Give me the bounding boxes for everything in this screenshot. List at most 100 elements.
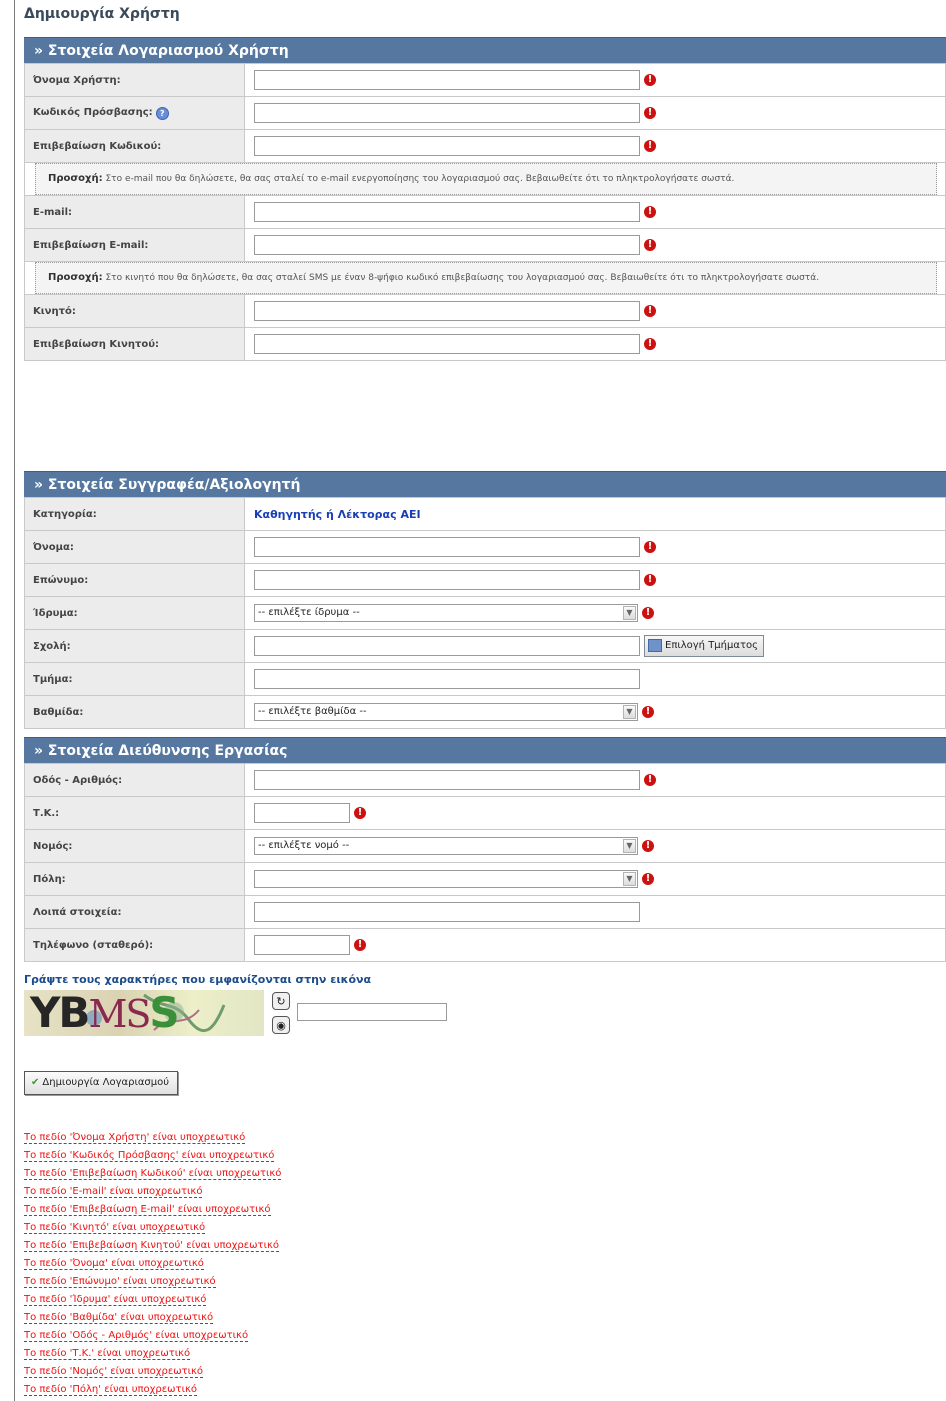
mobile-notice-strong: Προσοχή: (48, 272, 103, 283)
phone-label: Τηλέφωνο (σταθερό): (24, 928, 245, 962)
email-input[interactable] (254, 202, 640, 222)
username-input[interactable] (254, 70, 640, 90)
address-section: » Στοιχεία Διεύθυνσης Εργασίας Οδός - Αρ… (24, 737, 946, 962)
create-account-button[interactable]: ✔ Δημιουργία Λογαριασμού (24, 1071, 179, 1095)
error-message: Το πεδίο 'Όνομα Χρήστη' είναι υποχρεωτικ… (24, 1131, 281, 1149)
postcode-label: Τ.Κ.: (24, 796, 245, 830)
account-section: » Στοιχεία Λογαριασμού Χρήστη Όνομα Χρήσ… (24, 37, 946, 361)
last-name-label: Επώνυμο: (24, 563, 245, 597)
required-icon: ! (642, 873, 654, 885)
required-icon: ! (644, 239, 656, 251)
password-confirm-row: Επιβεβαίωση Κωδικού: ! (24, 129, 946, 163)
email-label: E-mail: (24, 195, 245, 229)
error-text: Το πεδίο 'Κινητό' είναι υποχρεωτικό (24, 1222, 206, 1234)
prefecture-label: Νομός: (24, 829, 245, 863)
chevron-down-icon[interactable]: ▼ (623, 705, 636, 719)
phone-input[interactable] (254, 935, 350, 955)
other-info-label: Λοιπά στοιχεία: (24, 895, 245, 929)
refresh-icon[interactable]: ↻ (272, 992, 290, 1010)
error-message: Το πεδίο 'Όνομα' είναι υποχρεωτικό (24, 1257, 281, 1275)
school-row: Σχολή: Επιλογή Τμήματος (24, 629, 946, 663)
first-name-input[interactable] (254, 537, 640, 557)
required-icon: ! (644, 305, 656, 317)
captcha-text: YBMSS (30, 990, 180, 1036)
institution-label: Ίδρυμα: (24, 596, 245, 630)
page-title: Δημιουργία Χρήστη (24, 6, 180, 22)
error-text: Το πεδίο 'Επιβεβαίωση E-mail' είναι υποχ… (24, 1204, 271, 1216)
help-icon[interactable]: ? (155, 106, 169, 120)
required-icon: ! (642, 706, 654, 718)
email-row: E-mail: ! (24, 195, 946, 229)
institution-select[interactable]: -- επιλέξτε ίδρυμα -- ▼ (254, 604, 638, 622)
error-message: Το πεδίο 'Κωδικός Πρόσβασης' είναι υποχρ… (24, 1149, 281, 1167)
audio-icon[interactable]: ◉ (272, 1016, 290, 1034)
street-input[interactable] (254, 770, 640, 790)
check-icon: ✔ (31, 1077, 40, 1088)
error-text: Το πεδίο 'Όνομα' είναι υποχρεωτικό (24, 1258, 204, 1270)
error-text: Το πεδίο 'Ίδρυμα' είναι υποχρεωτικό (24, 1294, 207, 1306)
captcha-title: Γράψτε τους χαρακτήρες που εμφανίζονται … (24, 973, 372, 986)
mobile-label: Κινητό: (24, 294, 245, 328)
account-section-header: » Στοιχεία Λογαριασμού Χρήστη (24, 37, 946, 63)
first-name-row: Όνομα: ! (24, 530, 946, 564)
street-row: Οδός - Αριθμός: ! (24, 763, 946, 797)
error-message: Το πεδίο 'Επώνυμο' είναι υποχρεωτικό (24, 1275, 281, 1293)
department-input[interactable] (254, 669, 640, 689)
other-info-input[interactable] (254, 902, 640, 922)
school-label: Σχολή: (24, 629, 245, 663)
last-name-row: Επώνυμο: ! (24, 563, 946, 597)
error-message: Το πεδίο 'Νομός' είναι υποχρεωτικό (24, 1365, 281, 1383)
error-message: Το πεδίο 'E-mail' είναι υποχρεωτικό (24, 1185, 281, 1203)
captcha-text-part1: YB (30, 990, 90, 1036)
error-message: Το πεδίο 'Επιβεβαίωση E-mail' είναι υποχ… (24, 1203, 281, 1221)
chevron-down-icon[interactable]: ▼ (623, 839, 636, 853)
error-message: Το πεδίο 'Κινητό' είναι υποχρεωτικό (24, 1221, 281, 1239)
password-label: Κωδικός Πρόσβασης: (33, 106, 153, 118)
captcha-text-part2: MS (88, 992, 151, 1036)
password-input[interactable] (254, 103, 640, 123)
error-text: Το πεδίο 'Νομός' είναι υποχρεωτικό (24, 1366, 204, 1378)
required-icon: ! (644, 338, 656, 350)
chevron-down-icon[interactable]: ▼ (623, 606, 636, 620)
chevron-down-icon[interactable]: ▼ (623, 872, 636, 886)
postcode-input[interactable] (254, 803, 350, 823)
error-message: Το πεδίο 'Οδός - Αριθμός' είναι υποχρεωτ… (24, 1329, 281, 1347)
error-text: Το πεδίο 'Τ.Κ.' είναι υποχρεωτικό (24, 1348, 191, 1360)
list-icon (648, 638, 662, 652)
mobile-input[interactable] (254, 301, 640, 321)
category-row: Κατηγορία: Καθηγητής ή Λέκτορας ΑΕΙ (24, 497, 946, 531)
category-value: Καθηγητής ή Λέκτορας ΑΕΙ (254, 507, 421, 521)
left-border (14, 0, 15, 1401)
error-text: Το πεδίο 'E-mail' είναι υποχρεωτικό (24, 1186, 203, 1198)
email-confirm-input[interactable] (254, 235, 640, 255)
mobile-confirm-input[interactable] (254, 334, 640, 354)
captcha-input[interactable] (297, 1003, 447, 1021)
captcha-image: YBMSS (24, 990, 264, 1036)
required-icon: ! (644, 774, 656, 786)
rank-label: Βαθμίδα: (24, 695, 245, 729)
email-notice-strong: Προσοχή: (48, 173, 103, 184)
address-table: Οδός - Αριθμός: ! Τ.Κ.: ! Νομός: -- επιλ… (24, 763, 946, 962)
error-text: Το πεδίο 'Οδός - Αριθμός' είναι υποχρεωτ… (24, 1330, 249, 1342)
city-row: Πόλη: ▼! (24, 862, 946, 896)
error-text: Το πεδίο 'Επώνυμο' είναι υποχρεωτικό (24, 1276, 216, 1288)
prefecture-row: Νομός: -- επιλέξτε νομό -- ▼! (24, 829, 946, 863)
required-icon: ! (642, 607, 654, 619)
error-text: Το πεδίο 'Επιβεβαίωση Κωδικού' είναι υπο… (24, 1168, 282, 1180)
required-icon: ! (642, 840, 654, 852)
city-select[interactable]: ▼ (254, 870, 638, 888)
email-confirm-label: Επιβεβαίωση E-mail: (24, 228, 245, 262)
password-confirm-input[interactable] (254, 136, 640, 156)
select-department-button[interactable]: Επιλογή Τμήματος (644, 635, 764, 657)
rank-row: Βαθμίδα: -- επιλέξτε βαθμίδα -- ▼! (24, 695, 946, 729)
school-input[interactable] (254, 636, 640, 656)
email-confirm-row: Επιβεβαίωση E-mail: ! (24, 228, 946, 262)
last-name-input[interactable] (254, 570, 640, 590)
institution-row: Ίδρυμα: -- επιλέξτε ίδρυμα -- ▼! (24, 596, 946, 630)
error-text: Το πεδίο 'Επιβεβαίωση Κινητού' είναι υπο… (24, 1240, 279, 1252)
error-text: Το πεδίο 'Όνομα Χρήστη' είναι υποχρεωτικ… (24, 1132, 246, 1144)
error-text: Το πεδίο 'Πόλη' είναι υποχρεωτικό (24, 1384, 197, 1396)
prefecture-select[interactable]: -- επιλέξτε νομό -- ▼ (254, 837, 638, 855)
rank-select[interactable]: -- επιλέξτε βαθμίδα -- ▼ (254, 703, 638, 721)
category-label: Κατηγορία: (24, 497, 245, 531)
